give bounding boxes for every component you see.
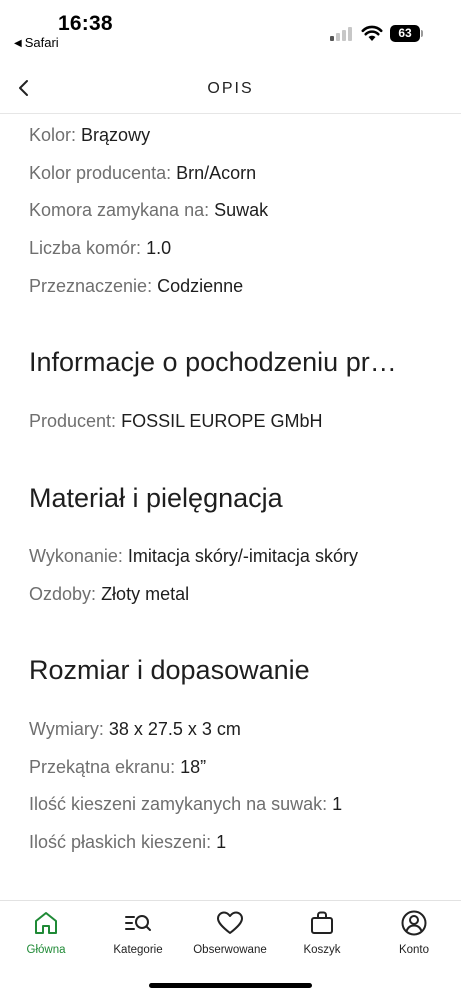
categories-search-icon bbox=[125, 915, 151, 931]
detail-label: Ilość kieszeni zamykanych na suwak: bbox=[29, 794, 328, 814]
nav-label: Obserwowane bbox=[193, 944, 267, 956]
nav-item-account[interactable]: Konto bbox=[368, 909, 460, 956]
section-title-material: Materiał i pielęgnacja bbox=[29, 483, 283, 513]
back-app-label: Safari bbox=[24, 35, 59, 50]
nav-item-cart[interactable]: Koszyk bbox=[276, 909, 368, 956]
nav-item-watched[interactable]: Obserwowane bbox=[184, 909, 276, 956]
nav-label: Konto bbox=[398, 944, 430, 956]
nav-label: Koszyk bbox=[303, 944, 341, 956]
detail-label: Ilość płaskich kieszeni: bbox=[29, 832, 212, 852]
detail-label: Komora zamykana na: bbox=[29, 200, 210, 220]
detail-label: Kolor producenta: bbox=[29, 163, 172, 183]
detail-row-compartments: Liczba komór: 1.0 bbox=[29, 238, 171, 259]
account-icon bbox=[401, 910, 427, 936]
nav-item-categories[interactable]: Kategorie bbox=[92, 909, 184, 956]
detail-label: Przekątna ekranu: bbox=[29, 757, 176, 777]
detail-value: 1 bbox=[216, 832, 227, 852]
page-header: OPIS bbox=[0, 66, 461, 114]
wifi-icon bbox=[361, 25, 383, 41]
detail-row-ornaments: Ozdoby: Złoty metal bbox=[29, 584, 189, 605]
detail-label: Wymiary: bbox=[29, 719, 104, 739]
section-title-size: Rozmiar i dopasowanie bbox=[29, 655, 310, 685]
detail-row-purpose: Przeznaczenie: Codzienne bbox=[29, 276, 243, 297]
heart-icon bbox=[217, 911, 243, 934]
detail-row-manufacturer-color: Kolor producenta: Brn/Acorn bbox=[29, 163, 256, 184]
detail-row-zip-pockets: Ilość kieszeni zamykanych na suwak: 1 bbox=[29, 794, 342, 815]
detail-value: Imitacja skóry/-imitacja skóry bbox=[127, 546, 358, 566]
detail-row-screen-diagonal: Przekątna ekranu: 18” bbox=[29, 757, 206, 778]
detail-value: Brązowy bbox=[81, 125, 151, 145]
detail-row-color: Kolor: Brązowy bbox=[29, 125, 150, 146]
detail-value: 1 bbox=[332, 794, 343, 814]
detail-value: 38 x 27.5 x 3 cm bbox=[108, 719, 241, 739]
detail-label: Kolor: bbox=[29, 125, 77, 145]
detail-value: 18” bbox=[180, 757, 207, 777]
cellular-signal-icon bbox=[330, 27, 354, 41]
detail-value: Codzienne bbox=[157, 276, 244, 296]
nav-label: Kategorie bbox=[113, 944, 163, 956]
detail-value: Brn/Acorn bbox=[176, 163, 257, 183]
battery-level: 63 bbox=[390, 25, 420, 42]
status-time: 16:38 bbox=[58, 12, 113, 35]
detail-row-flat-pockets: Ilość płaskich kieszeni: 1 bbox=[29, 832, 226, 853]
section-title-origin: Informacje o pochodzeniu pr… bbox=[29, 347, 397, 377]
status-bar: 16:38 ◀ Safari 63 bbox=[0, 0, 461, 58]
detail-label: Liczba komór: bbox=[29, 238, 142, 258]
detail-row-producer: Producent: FOSSIL EUROPE GMbH bbox=[29, 411, 322, 432]
detail-value: Złoty metal bbox=[101, 584, 190, 604]
cart-icon bbox=[311, 911, 333, 934]
page-title: OPIS bbox=[207, 80, 254, 97]
detail-row-closure: Komora zamykana na: Suwak bbox=[29, 200, 268, 221]
detail-label: Wykonanie: bbox=[29, 546, 123, 566]
detail-value: Suwak bbox=[214, 200, 269, 220]
nav-item-home[interactable]: Główna bbox=[0, 909, 92, 956]
back-to-app-link[interactable]: ◀ Safari bbox=[14, 35, 59, 50]
detail-label: Ozdoby: bbox=[29, 584, 97, 604]
detail-label: Przeznaczenie: bbox=[29, 276, 153, 296]
home-indicator[interactable] bbox=[149, 983, 312, 988]
detail-row-dimensions: Wymiary: 38 x 27.5 x 3 cm bbox=[29, 719, 241, 740]
detail-row-finish: Wykonanie: Imitacja skóry/-imitacja skór… bbox=[29, 546, 358, 567]
back-triangle-icon: ◀ bbox=[14, 38, 22, 49]
home-icon bbox=[35, 912, 57, 934]
detail-value: FOSSIL EUROPE GMbH bbox=[121, 411, 323, 431]
nav-label: Główna bbox=[26, 944, 66, 956]
detail-value: 1.0 bbox=[146, 238, 172, 258]
battery-icon: 63 bbox=[390, 25, 424, 42]
detail-label: Producent: bbox=[29, 411, 117, 431]
